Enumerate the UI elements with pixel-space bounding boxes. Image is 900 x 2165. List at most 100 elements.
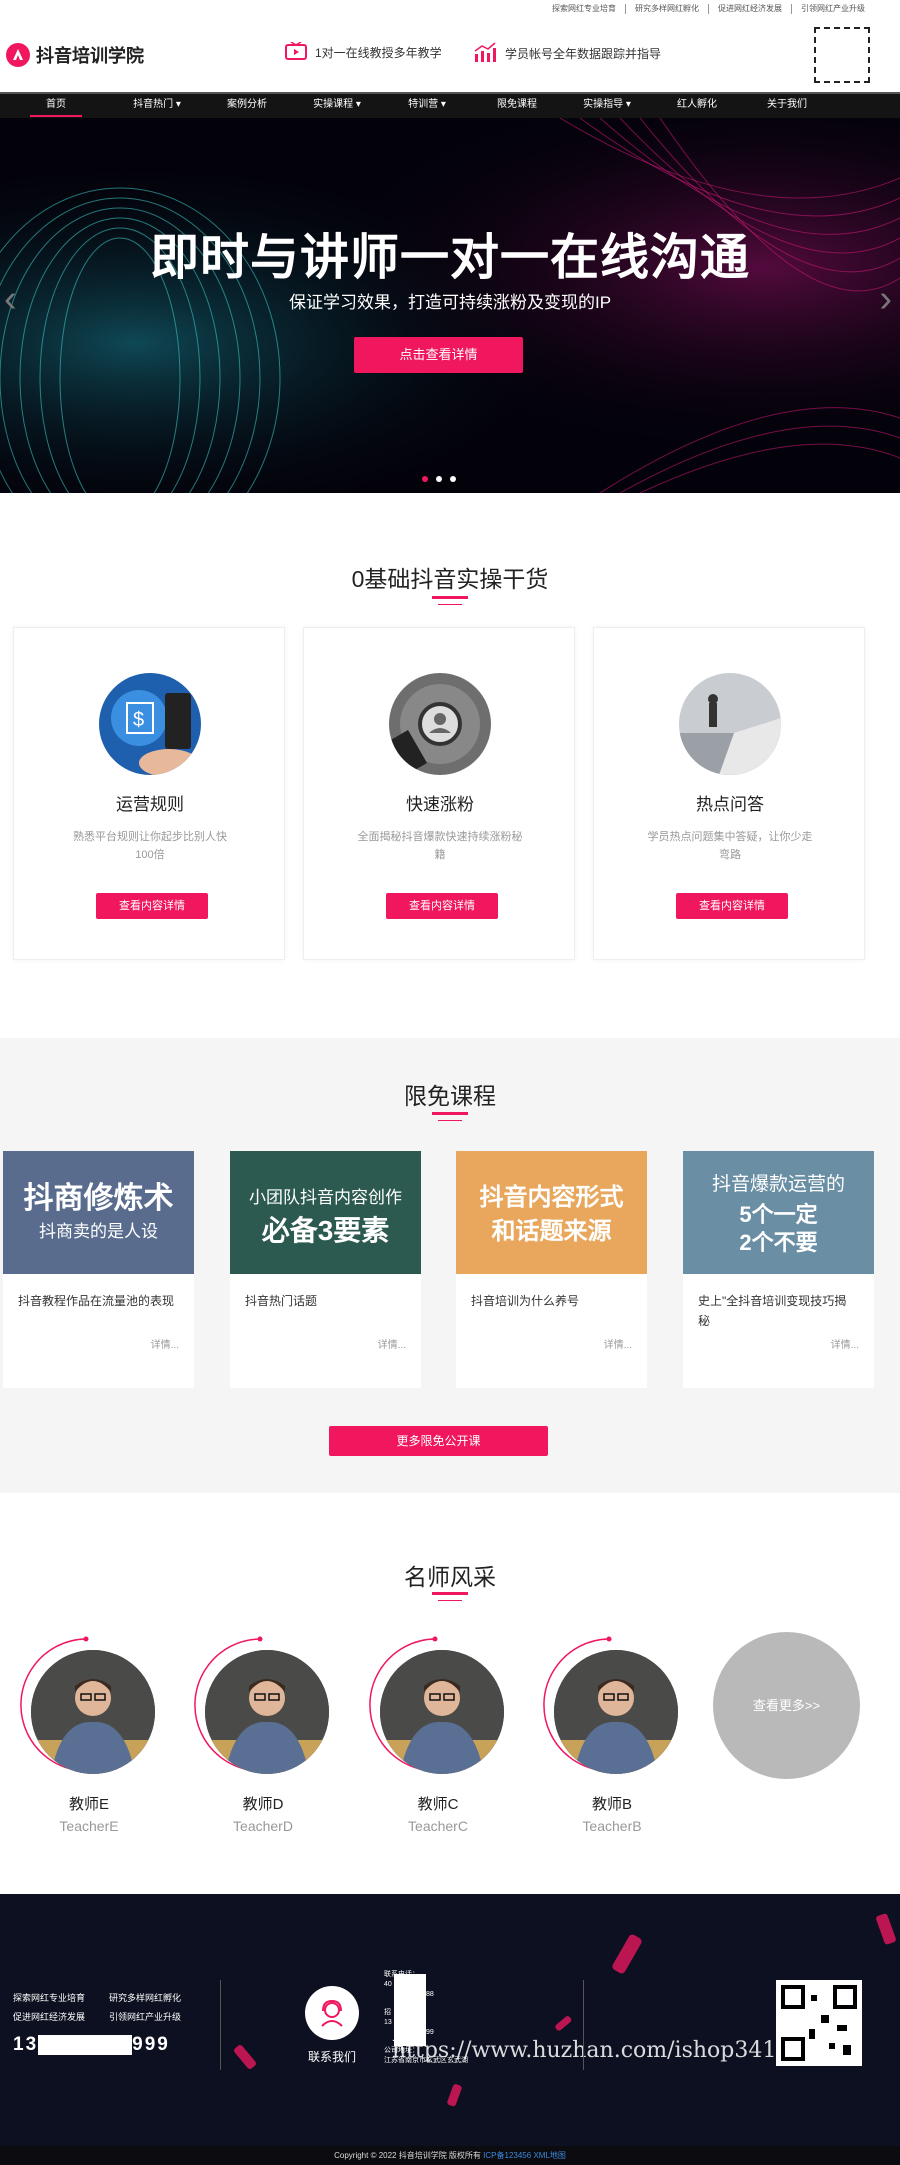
logo[interactable]: 抖音培训学院 xyxy=(6,42,144,68)
teacher-en-name: TeacherC xyxy=(408,1818,468,1834)
heading-underline xyxy=(438,1120,462,1121)
main-nav: 首页 抖音热门 ▾ 案例分析 实操课程 ▾ 特训营 ▾ 限免课程 实操指导 ▾ … xyxy=(0,92,900,118)
top-link[interactable]: 促进网红经济发展 xyxy=(709,4,792,14)
nav-item-hot[interactable]: 抖音热门 ▾ xyxy=(112,94,202,118)
carousel-dots xyxy=(422,476,456,482)
icp-link[interactable]: ICP备123456 xyxy=(483,2151,531,2160)
banner-subtitle: 保证学习效果，打造可持续涨粉及变现的IP xyxy=(288,293,612,312)
footer-link[interactable]: 研究多样网红孵化 xyxy=(109,1989,205,2008)
phone-redaction xyxy=(38,2034,133,2055)
promo-text: 1对一在线教授多年教学 xyxy=(315,46,442,60)
teacher-card[interactable] xyxy=(366,1636,504,1786)
feature-card: 快速涨粉 全面揭秘抖音爆款快速持续涨粉秘籍 查看内容详情 xyxy=(303,627,575,960)
course-thumbnail: 小团队抖音内容创作 必备3要素 xyxy=(230,1151,421,1274)
course-card[interactable]: 小团队抖音内容创作 必备3要素 抖音热门话题 详情... xyxy=(230,1151,421,1388)
course-caption: 抖音培训为什么养号 xyxy=(471,1294,580,1308)
banner-title: 即时与讲师一对一在线沟通 xyxy=(149,231,750,285)
carousel-dot[interactable] xyxy=(422,476,428,482)
top-strip: 探索网红专业培育 研究多样网红孵化 促进网红经济发展 引领网红产业升级 xyxy=(0,0,900,20)
card-desc: 学员热点问题集中答疑，让你少走弯路 xyxy=(647,831,813,861)
course-thumbnail: 抖音爆款运营的 5个一定 2个不要 xyxy=(683,1151,874,1274)
course-more-link[interactable]: 详情... xyxy=(378,1336,406,1351)
teacher-name: 教师D xyxy=(242,1796,284,1813)
card-details-button[interactable]: 查看内容详情 xyxy=(386,893,498,919)
teacher-card[interactable] xyxy=(191,1636,329,1786)
carousel-dot[interactable] xyxy=(450,476,456,482)
nav-item-home[interactable]: 首页 xyxy=(0,94,112,118)
heading-underline xyxy=(438,604,462,605)
logo-text: 抖音培训学院 xyxy=(36,46,144,66)
heading-underline xyxy=(438,1600,462,1601)
thumb-line: 抖商修炼术 xyxy=(23,1182,174,1215)
course-more-link[interactable]: 详情... xyxy=(831,1336,859,1351)
nav-item-free[interactable]: 限免课程 xyxy=(472,94,562,118)
logo-icon xyxy=(6,43,30,67)
headset-icon xyxy=(305,1986,359,2040)
card-title: 运营规则 xyxy=(116,795,184,814)
sitemap-link[interactable]: XML地图 xyxy=(533,2151,565,2160)
teacher-photo xyxy=(205,1650,329,1774)
teacher-en-name: TeacherD xyxy=(233,1818,293,1834)
rules-image: $ xyxy=(99,673,201,775)
teacher-card[interactable] xyxy=(540,1636,678,1786)
top-link[interactable]: 引领网红产业升级 xyxy=(792,4,874,14)
teacher-en-name: TeacherB xyxy=(582,1818,642,1834)
thumb-line: 和话题来源 xyxy=(491,1218,612,1245)
header: 抖音培训学院 1对一在线教授多年教学 学员帐号全年数据跟踪并指导 xyxy=(0,20,900,92)
footer-links: 探索网红专业培育 研究多样网红孵化 促进网红经济发展 引领网红产业升级 xyxy=(13,1989,205,2027)
chart-icon xyxy=(473,42,497,65)
course-more-link[interactable]: 详情... xyxy=(604,1336,632,1351)
top-link[interactable]: 研究多样网红孵化 xyxy=(626,4,709,14)
divider xyxy=(220,1980,221,2070)
watermark-text: https://www.huzhan.com/ishop34101 xyxy=(392,2038,805,2063)
footer-qr-code xyxy=(776,1980,862,2066)
section-heading: 名师风采 xyxy=(404,1564,496,1590)
copyright-text: Copyright © 2022 抖音培训学院 版权所有 xyxy=(334,2151,481,2160)
course-card[interactable]: 抖音爆款运营的 5个一定 2个不要 史上"全抖音培训变现技巧揭秘 详情... xyxy=(683,1151,874,1388)
course-card[interactable]: 抖音内容形式 和话题来源 抖音培训为什么养号 详情... xyxy=(456,1151,647,1388)
teacher-name: 教师B xyxy=(591,1796,632,1813)
card-details-button[interactable]: 查看内容详情 xyxy=(96,893,208,919)
promo-one-on-one: 1对一在线教授多年教学 xyxy=(285,41,442,63)
heading-underline xyxy=(432,1592,468,1595)
copyright-bar: Copyright © 2022 抖音培训学院 版权所有 ICP备123456 … xyxy=(0,2146,900,2165)
nav-item-cases[interactable]: 案例分析 xyxy=(202,94,292,118)
qr-code xyxy=(814,27,870,83)
carousel-dot[interactable] xyxy=(436,476,442,482)
teacher-card[interactable] xyxy=(17,1636,155,1786)
nav-item-camp[interactable]: 特训营 ▾ xyxy=(382,94,472,118)
teacher-name: 教师E xyxy=(68,1796,109,1813)
card-title: 快速涨粉 xyxy=(406,795,474,814)
footer-link[interactable]: 促进网红经济发展 xyxy=(13,2008,109,2027)
teacher-photo xyxy=(31,1650,155,1774)
course-more-link[interactable]: 详情... xyxy=(151,1336,179,1351)
nav-item-incubation[interactable]: 红人孵化 xyxy=(652,94,742,118)
more-free-courses-button[interactable]: 更多限免公开课 xyxy=(329,1426,548,1456)
footer-phone: 13 999 xyxy=(13,2034,170,2056)
phone-prefix: 13 xyxy=(13,2034,39,2055)
teacher-photo xyxy=(554,1650,678,1774)
section-heading: 0基础抖音实操干货 xyxy=(351,566,549,592)
course-card[interactable]: 抖商修炼术 抖商卖的是人设 抖音教程作品在流量池的表现 详情... xyxy=(3,1151,194,1388)
nav-item-about[interactable]: 关于我们 xyxy=(742,94,832,118)
card-details-button[interactable]: 查看内容详情 xyxy=(676,893,788,919)
divider xyxy=(583,1980,584,2070)
top-link[interactable]: 探索网红专业培育 xyxy=(543,4,626,14)
contact-us[interactable]: 联系我们 xyxy=(302,1986,362,2065)
thumb-line: 抖音内容形式 xyxy=(479,1184,624,1211)
footer-link[interactable]: 引领网红产业升级 xyxy=(109,2008,205,2027)
nav-item-courses[interactable]: 实操课程 ▾ xyxy=(292,94,382,118)
phone-suffix: 999 xyxy=(132,2034,170,2055)
promo-text: 学员帐号全年数据跟踪并指导 xyxy=(505,47,662,61)
thumb-line: 抖音爆款运营的 xyxy=(711,1174,845,1195)
course-caption: 抖音教程作品在流量池的表现 xyxy=(18,1294,175,1308)
see-more-teachers-button[interactable]: 查看更多>> xyxy=(713,1632,860,1779)
banner-details-button[interactable]: 点击查看详情 xyxy=(354,337,523,373)
feature-card: 热点问答 学员热点问题集中答疑，让你少走弯路 查看内容详情 xyxy=(593,627,865,960)
thumb-line: 小团队抖音内容创作 xyxy=(249,1188,402,1207)
hero-banner: ‹ › 即时与讲师一对一在线沟通 保证学习效果，打造可持续涨粉及变现的IP 点击… xyxy=(0,118,900,493)
contact-label: 联系我们 xyxy=(307,2050,356,2064)
nav-item-guide[interactable]: 实操指导 ▾ xyxy=(562,94,652,118)
footer-link[interactable]: 探索网红专业培育 xyxy=(13,1989,109,2008)
footer: 探索网红专业培育 研究多样网红孵化 促进网红经济发展 引领网红产业升级 13 999 … xyxy=(0,1894,900,2146)
